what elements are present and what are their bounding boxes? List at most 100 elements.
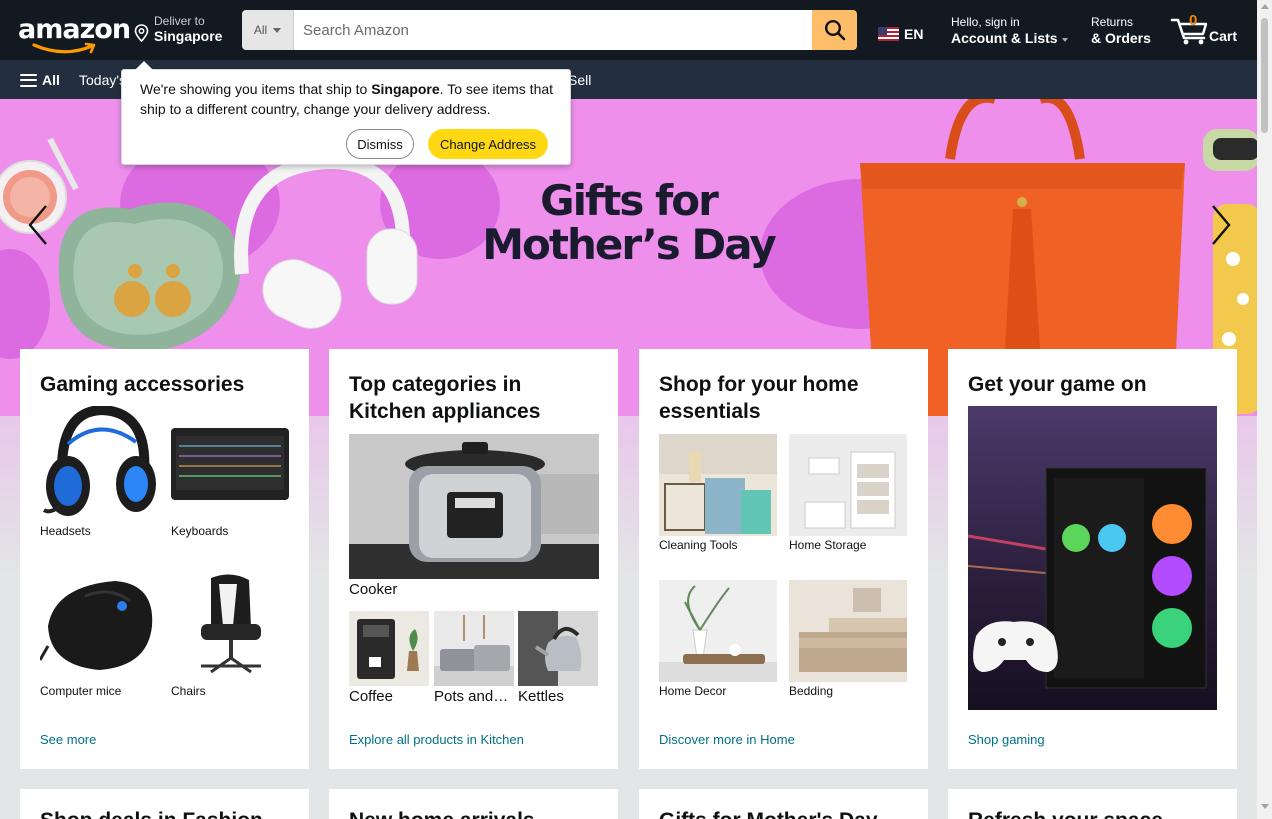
tile-bedding[interactable]: Bedding	[789, 580, 907, 705]
caret-down-icon	[1061, 37, 1068, 42]
search-category-dropdown[interactable]: All	[242, 10, 294, 50]
gaming-chair-image	[171, 566, 289, 683]
logo-smile-icon	[32, 42, 96, 54]
page-scrollbar[interactable]	[1257, 0, 1272, 819]
returns-and-orders[interactable]: Returns & Orders	[1091, 15, 1151, 46]
scroll-down-arrow-icon[interactable]	[1261, 804, 1269, 809]
returns-label: Returns	[1091, 15, 1134, 29]
tile-caption: Kettles	[518, 688, 564, 705]
nav-link-todays-deals[interactable]: Today's	[79, 72, 126, 88]
cart-count: 0	[1189, 12, 1198, 29]
tile-keyboards[interactable]: Keyboards	[171, 406, 289, 541]
deliver-to-location[interactable]: Deliver to Singapore	[134, 14, 230, 48]
account-lists-label: Account & Lists	[951, 30, 1058, 46]
tile-caption: Keyboards	[171, 524, 229, 538]
orders-label: & Orders	[1091, 30, 1151, 46]
gaming-pc-image	[968, 406, 1217, 710]
computer-mouse-image	[40, 566, 158, 683]
search-input[interactable]	[294, 10, 812, 50]
card-get-your-game-on: Get your game on Shop gaming	[948, 349, 1237, 769]
all-menu-button[interactable]: All	[20, 72, 60, 88]
tile-caption: Bedding	[789, 684, 834, 698]
search-bar: All	[242, 10, 857, 50]
card-gaming-accessories: Gaming accessories Headsets Keyboards Co…	[20, 349, 309, 769]
caret-down-icon	[273, 27, 282, 33]
cart-button[interactable]: 0 Cart	[1170, 12, 1242, 48]
tile-home-storage[interactable]: Home Storage	[789, 434, 907, 559]
explore-kitchen-link[interactable]: Explore all products in Kitchen	[349, 732, 524, 747]
deliver-to-label: Deliver to	[154, 14, 205, 28]
tile-headsets[interactable]: Headsets	[40, 406, 158, 541]
hamburger-icon	[20, 73, 37, 87]
language-label: EN	[904, 26, 924, 42]
account-greeting: Hello, sign in	[951, 15, 1020, 29]
top-navigation-bar: amazon Deliver to Singapore All EN	[0, 0, 1257, 60]
carousel-previous-arrow-icon[interactable]	[24, 202, 54, 248]
tile-computer-mice[interactable]: Computer mice	[40, 566, 158, 701]
dismiss-button[interactable]: Dismiss	[346, 129, 414, 159]
search-icon	[824, 19, 845, 41]
popover-location: Singapore	[371, 81, 440, 97]
card-title: Get your game on	[968, 373, 1147, 396]
tile-caption: Coffee	[349, 688, 393, 705]
deliver-to-location-name: Singapore	[154, 28, 223, 44]
us-flag-icon	[878, 27, 899, 41]
card-bottom-3: Gifts for Mother's Day	[639, 789, 928, 819]
card-kitchen-appliances: Top categories in Kitchen appliances Coo…	[329, 349, 618, 769]
tile-pots-and-pans[interactable]: Pots and…	[434, 611, 514, 706]
tile-chairs[interactable]: Chairs	[171, 566, 289, 701]
see-more-link[interactable]: See more	[40, 732, 96, 747]
discover-home-link[interactable]: Discover more in Home	[659, 732, 795, 747]
tile-home-decor[interactable]: Home Decor	[659, 580, 777, 705]
tile-caption: Chairs	[171, 684, 206, 698]
cart-label: Cart	[1209, 28, 1238, 44]
carousel-next-arrow-icon[interactable]	[1205, 202, 1235, 248]
card-home-essentials: Shop for your home essentials Cleaning T…	[639, 349, 928, 769]
card-bottom-4: Refresh your space	[948, 789, 1237, 819]
hero-title-line1: Gifts for	[540, 176, 719, 225]
card-title: New home arrivals	[349, 809, 535, 819]
tile-caption: Pots and…	[434, 688, 509, 705]
tile-cooker[interactable]: Cooker	[349, 434, 599, 599]
tile-cleaning-tools[interactable]: Cleaning Tools	[659, 434, 777, 559]
tile-coffee[interactable]: Coffee	[349, 611, 429, 706]
card-bottom-2: New home arrivals	[329, 789, 618, 819]
card-title: Gifts for Mother's Day	[659, 809, 878, 819]
nav-link-sell[interactable]: Sell	[568, 72, 591, 88]
tile-kettles[interactable]: Kettles	[518, 611, 598, 706]
pots-and-pans-image	[434, 611, 514, 686]
popover-text-start: We're showing you items that ship to	[140, 81, 372, 97]
shop-gaming-link[interactable]: Shop gaming	[968, 732, 1045, 747]
tile-caption: Headsets	[40, 524, 91, 538]
change-address-button[interactable]: Change Address	[428, 129, 548, 159]
card-title: Refresh your space	[968, 809, 1163, 819]
all-menu-label: All	[42, 72, 60, 88]
popover-message: We're showing you items that ship to Sin…	[140, 79, 560, 119]
search-category-label: All	[253, 23, 268, 37]
search-button[interactable]	[812, 10, 857, 50]
headset-image	[40, 406, 158, 523]
card-bottom-1: Shop deals in Fashion	[20, 789, 309, 819]
account-and-lists[interactable]: Hello, sign in Account & Lists	[951, 15, 1068, 46]
hero-title-line2: Mother’s Day	[482, 220, 776, 269]
bedding-image	[789, 580, 907, 682]
tile-caption: Home Decor	[659, 684, 727, 698]
tile-gaming-pc[interactable]	[968, 406, 1217, 710]
pressure-cooker-image	[349, 434, 599, 579]
account-lists-row: Account & Lists	[951, 30, 1068, 46]
scrollbar-thumb[interactable]	[1261, 18, 1268, 133]
home-storage-image	[789, 434, 907, 536]
card-title: Top categories in Kitchen appliances	[349, 373, 541, 423]
coffee-machine-image	[349, 611, 429, 686]
logo-text: amazon	[18, 14, 131, 45]
tile-caption: Home Storage	[789, 538, 867, 552]
card-title: Gaming accessories	[40, 373, 245, 396]
language-selector[interactable]: EN	[878, 26, 923, 42]
amazon-logo[interactable]: amazon	[16, 12, 131, 54]
card-title: Shop for your home essentials	[659, 373, 859, 423]
scroll-up-arrow-icon[interactable]	[1261, 4, 1269, 9]
tile-caption: Computer mice	[40, 684, 122, 698]
tile-caption: Cooker	[349, 581, 398, 598]
card-title: Shop deals in Fashion	[40, 809, 263, 819]
location-pin-icon	[134, 24, 149, 42]
